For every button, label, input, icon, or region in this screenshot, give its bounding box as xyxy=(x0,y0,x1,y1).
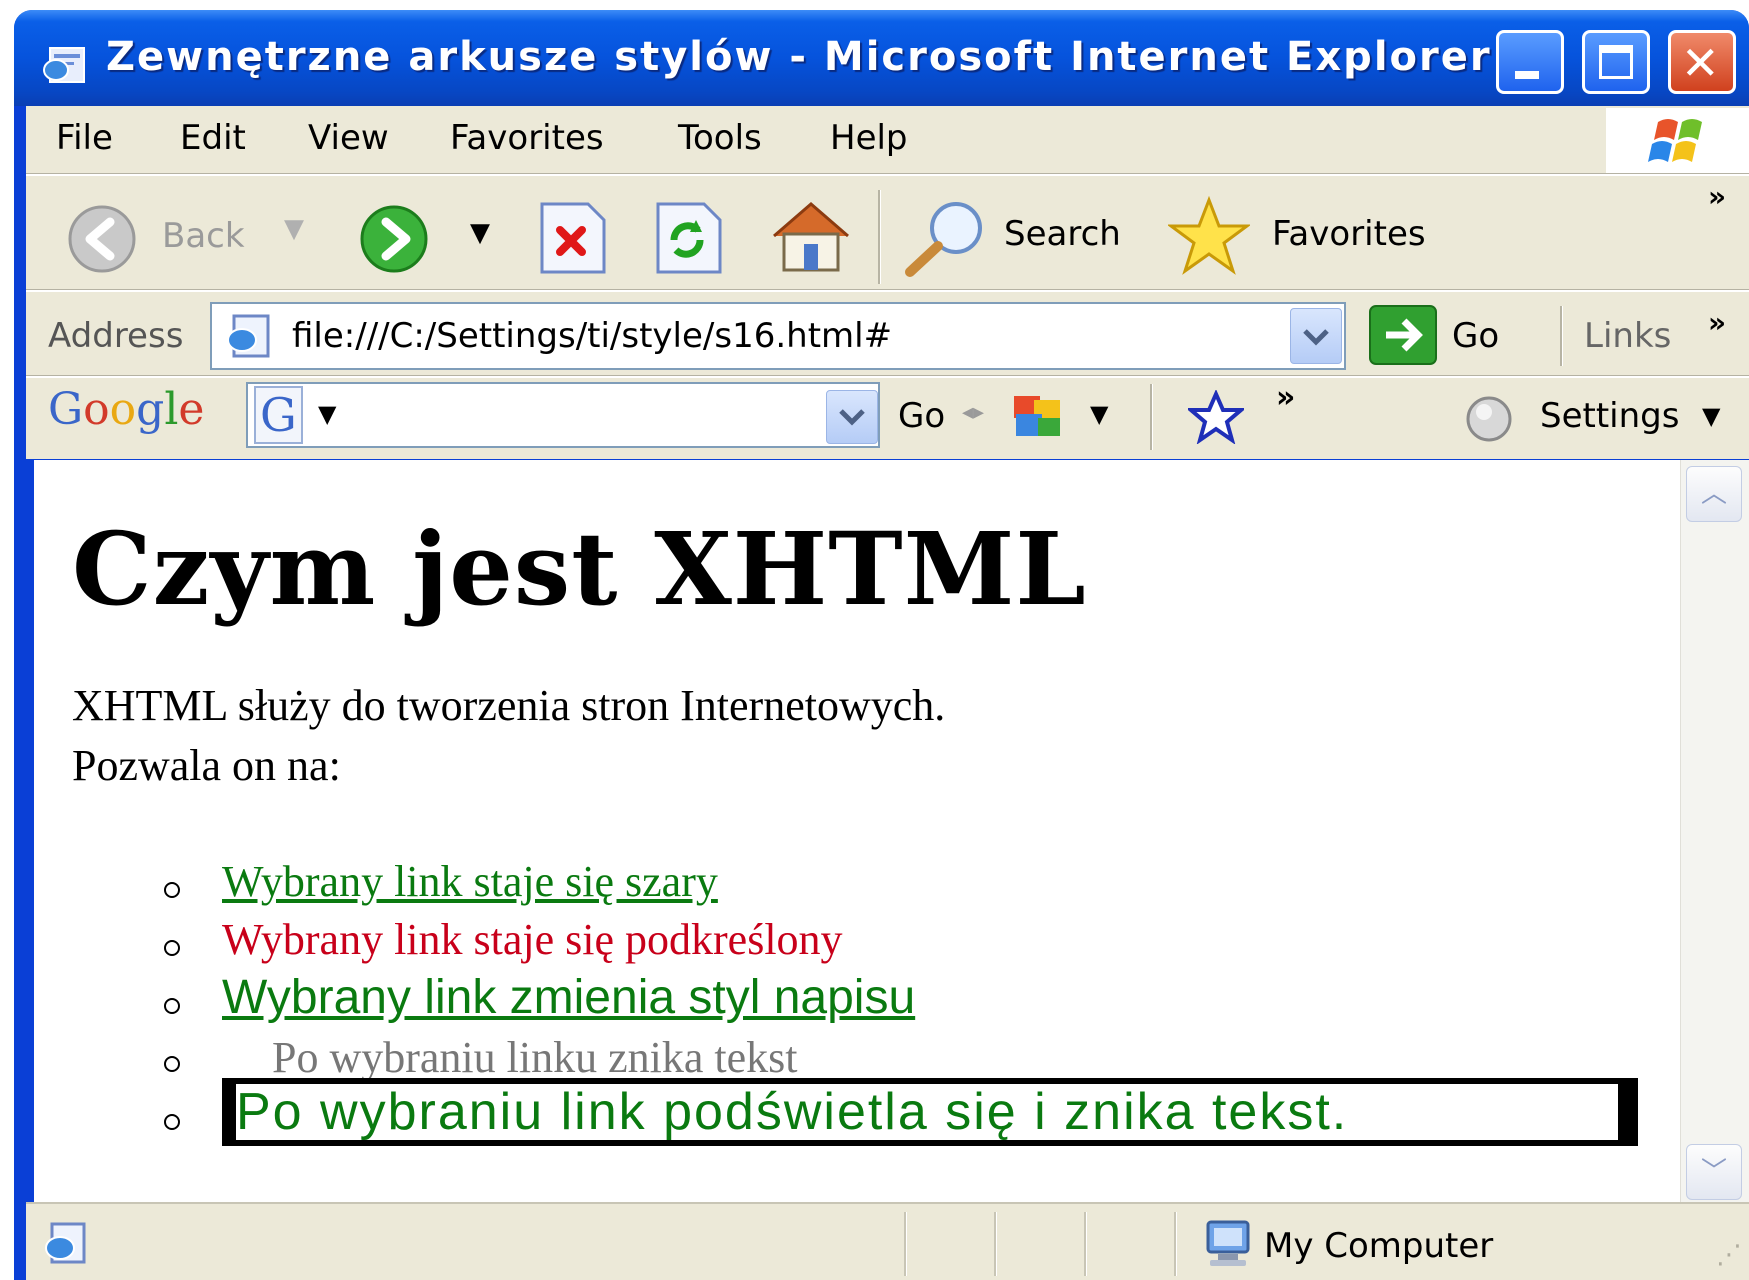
search-icon xyxy=(905,202,982,277)
menu-help[interactable]: Help xyxy=(830,118,908,158)
forward-dropdown-icon[interactable]: ▼ xyxy=(470,218,490,248)
google-settings-button[interactable] xyxy=(1464,394,1514,448)
vertical-scrollbar[interactable] xyxy=(1680,460,1749,1202)
chevron-down-icon xyxy=(1303,329,1329,346)
forward-arrow-icon xyxy=(360,205,428,273)
google-search-input[interactable] xyxy=(246,382,880,448)
home-icon xyxy=(773,202,849,272)
google-settings-label[interactable]: Settings xyxy=(1540,396,1679,436)
scroll-up-icon[interactable]: ︿ xyxy=(1686,466,1742,522)
back-dropdown-icon[interactable]: ▼ xyxy=(284,214,304,244)
maximize-button[interactable] xyxy=(1582,30,1650,94)
list-bullet xyxy=(164,940,180,956)
maximize-icon xyxy=(1599,45,1633,79)
google-chevron-icon[interactable]: » xyxy=(1276,380,1295,415)
google-g-dropdown-icon[interactable]: ▼ xyxy=(318,400,336,428)
favorites-label[interactable]: Favorites xyxy=(1272,214,1426,254)
menu-tools[interactable]: Tools xyxy=(678,118,762,158)
resize-grip-icon[interactable]: ⋰ xyxy=(1716,1240,1742,1270)
stop-icon xyxy=(540,202,606,274)
settings-dropdown-icon[interactable]: ▼ xyxy=(1702,402,1720,430)
address-value: file:///C:/Settings/ti/style/s16.html# xyxy=(292,316,893,356)
close-icon: ✕ xyxy=(1681,36,1720,90)
menu-separator xyxy=(26,174,1749,176)
scroll-down-icon[interactable]: ﹀ xyxy=(1686,1144,1742,1200)
list-bullet xyxy=(164,998,180,1014)
links-separator xyxy=(1560,306,1562,366)
links-label[interactable]: Links xyxy=(1584,316,1671,356)
go-label[interactable]: Go xyxy=(1452,316,1499,356)
status-separator xyxy=(994,1212,996,1276)
links-chevron-icon[interactable]: » xyxy=(1708,306,1726,339)
minimize-icon xyxy=(1515,71,1539,79)
back-arrow-icon xyxy=(68,205,136,273)
menu-edit[interactable]: Edit xyxy=(180,118,246,158)
search-label[interactable]: Search xyxy=(1004,214,1121,254)
news-icon xyxy=(1014,396,1060,436)
minimize-button[interactable] xyxy=(1496,30,1564,94)
toolbar-separator-line xyxy=(26,290,1749,292)
favorites-button[interactable] xyxy=(1166,195,1252,280)
go-arrow-icon xyxy=(1369,305,1437,365)
settings-circle-icon xyxy=(1466,396,1512,442)
menu-file[interactable]: File xyxy=(56,118,113,158)
status-separator xyxy=(904,1212,906,1276)
list-bullet xyxy=(164,1056,180,1072)
google-news-dropdown-icon[interactable]: ▼ xyxy=(1090,400,1108,428)
home-button[interactable] xyxy=(766,196,856,280)
google-dropdown-button[interactable] xyxy=(826,390,878,444)
list-bullet xyxy=(164,882,180,898)
back-label: Back xyxy=(162,216,245,256)
chevron-down-icon xyxy=(839,409,865,426)
google-nav-arrows-icon[interactable]: ◂▸ xyxy=(962,400,984,425)
google-bookmark-button[interactable] xyxy=(1185,389,1247,448)
close-button[interactable]: ✕ xyxy=(1668,30,1736,94)
page-heading: Czym jest XHTML xyxy=(72,510,1087,628)
my-computer-icon xyxy=(1200,1216,1256,1274)
menu-favorites[interactable]: Favorites xyxy=(450,118,604,158)
stop-button[interactable] xyxy=(536,200,610,280)
google-separator xyxy=(1150,384,1152,450)
paragraph-line-2: Pozwala on na: xyxy=(72,741,341,790)
toolbar-chevron-icon[interactable]: » xyxy=(1708,180,1726,213)
address-separator-line xyxy=(26,376,1749,378)
google-news-button[interactable] xyxy=(1008,392,1068,446)
favorites-star-icon xyxy=(1166,195,1252,275)
toolbar-separator xyxy=(878,190,880,284)
link-gray-on-select[interactable]: Wybrany link staje się szary xyxy=(222,856,718,907)
menu-view[interactable]: View xyxy=(308,118,389,158)
status-separator xyxy=(1174,1212,1176,1276)
status-page-icon xyxy=(40,1218,96,1272)
status-separator xyxy=(1084,1212,1086,1276)
back-button[interactable] xyxy=(60,204,146,278)
status-zone-label: My Computer xyxy=(1264,1226,1494,1266)
search-button[interactable] xyxy=(900,198,996,282)
list-bullet xyxy=(164,1114,180,1130)
ie-page-icon xyxy=(42,42,90,86)
refresh-icon xyxy=(656,202,722,274)
refresh-button[interactable] xyxy=(652,200,726,280)
address-dropdown-button[interactable] xyxy=(1290,308,1342,364)
google-g-button[interactable]: G xyxy=(254,386,303,444)
link-highlight-disappears[interactable]: Po wybraniu link podświetla się i znika … xyxy=(236,1082,1348,1142)
page-icon xyxy=(224,312,276,364)
windows-logo-icon xyxy=(1606,108,1749,174)
window-title: Zewnętrzne arkusze stylów - Microsoft In… xyxy=(106,34,1492,80)
google-go-button[interactable]: Go xyxy=(898,396,945,436)
link-text-disappears[interactable]: Po wybraniu linku znika tekst xyxy=(272,1032,798,1080)
link-change-style[interactable]: Wybrany link zmienia styl napisu xyxy=(222,970,915,1025)
address-label: Address xyxy=(48,316,184,356)
link-underline-on-select[interactable]: Wybrany link staje się podkreślony xyxy=(222,914,843,965)
go-button[interactable] xyxy=(1368,304,1438,370)
star-outline-icon xyxy=(1185,389,1247,445)
paragraph-line-1: XHTML służy do tworzenia stron Interneto… xyxy=(72,681,946,730)
google-logo: Google xyxy=(48,384,205,435)
forward-button[interactable] xyxy=(352,204,438,278)
